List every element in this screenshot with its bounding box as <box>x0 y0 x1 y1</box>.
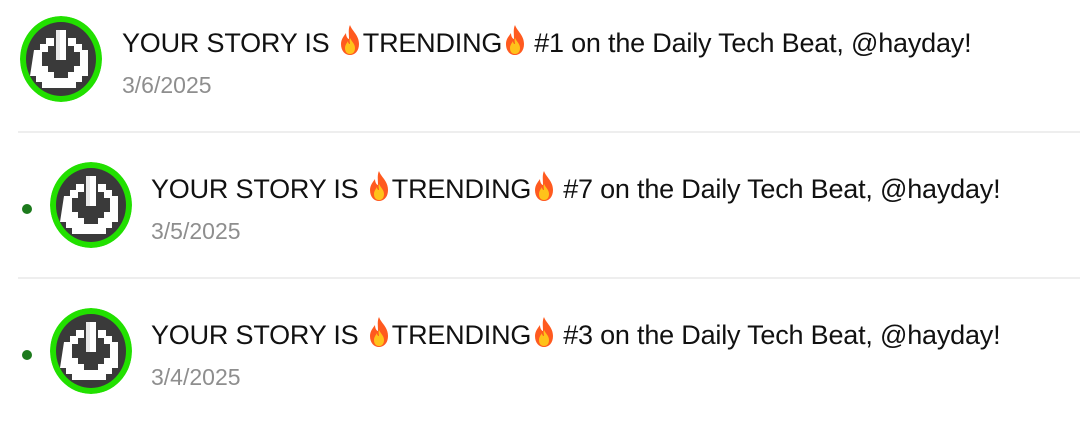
title-suffix: #1 on the Daily Tech Beat, @hayday! <box>534 28 972 58</box>
power-pixel-icon <box>50 162 132 248</box>
power-pixel-icon <box>20 16 102 102</box>
power-pixel-icon <box>50 308 132 394</box>
fire-icon <box>337 24 363 56</box>
divider <box>18 277 1080 279</box>
fire-icon <box>531 170 557 202</box>
unread-dot <box>22 350 32 360</box>
title-suffix: #7 on the Daily Tech Beat, @hayday! <box>563 174 1001 204</box>
unread-dot <box>22 204 32 214</box>
title-prefix: YOUR STORY IS <box>122 28 337 58</box>
notification-list: YOUR STORY IS TRENDING #1 on the Daily Te… <box>0 0 1080 410</box>
title-prefix: YOUR STORY IS <box>151 320 366 350</box>
title-suffix: #3 on the Daily Tech Beat, @hayday! <box>563 320 1001 350</box>
notification-title: YOUR STORY IS TRENDING #7 on the Daily Te… <box>151 170 1001 207</box>
notification-text: YOUR STORY IS TRENDING #7 on the Daily Te… <box>151 170 1001 245</box>
notification-item[interactable]: YOUR STORY IS TRENDING #7 on the Daily Te… <box>0 146 1080 276</box>
title-prefix: YOUR STORY IS <box>151 174 366 204</box>
avatar[interactable] <box>50 308 132 394</box>
notification-date: 3/6/2025 <box>122 72 212 98</box>
title-highlight: TRENDING <box>362 28 503 58</box>
notification-text: YOUR STORY IS TRENDING #1 on the Daily Te… <box>122 24 972 99</box>
fire-icon <box>502 24 528 56</box>
title-highlight: TRENDING <box>391 320 532 350</box>
fire-icon <box>366 316 392 348</box>
avatar[interactable] <box>50 162 132 248</box>
notification-text: YOUR STORY IS TRENDING #3 on the Daily Te… <box>151 316 1001 391</box>
title-highlight: TRENDING <box>391 174 532 204</box>
notification-item[interactable]: YOUR STORY IS TRENDING #3 on the Daily Te… <box>0 292 1080 422</box>
fire-icon <box>366 170 392 202</box>
notification-date: 3/4/2025 <box>151 364 241 390</box>
fire-icon <box>531 316 557 348</box>
avatar[interactable] <box>20 16 102 102</box>
divider <box>18 131 1080 133</box>
notification-title: YOUR STORY IS TRENDING #3 on the Daily Te… <box>151 316 1001 353</box>
notification-title: YOUR STORY IS TRENDING #1 on the Daily Te… <box>122 24 972 61</box>
notification-date: 3/5/2025 <box>151 218 241 244</box>
notification-item[interactable]: YOUR STORY IS TRENDING #1 on the Daily Te… <box>0 0 1080 130</box>
